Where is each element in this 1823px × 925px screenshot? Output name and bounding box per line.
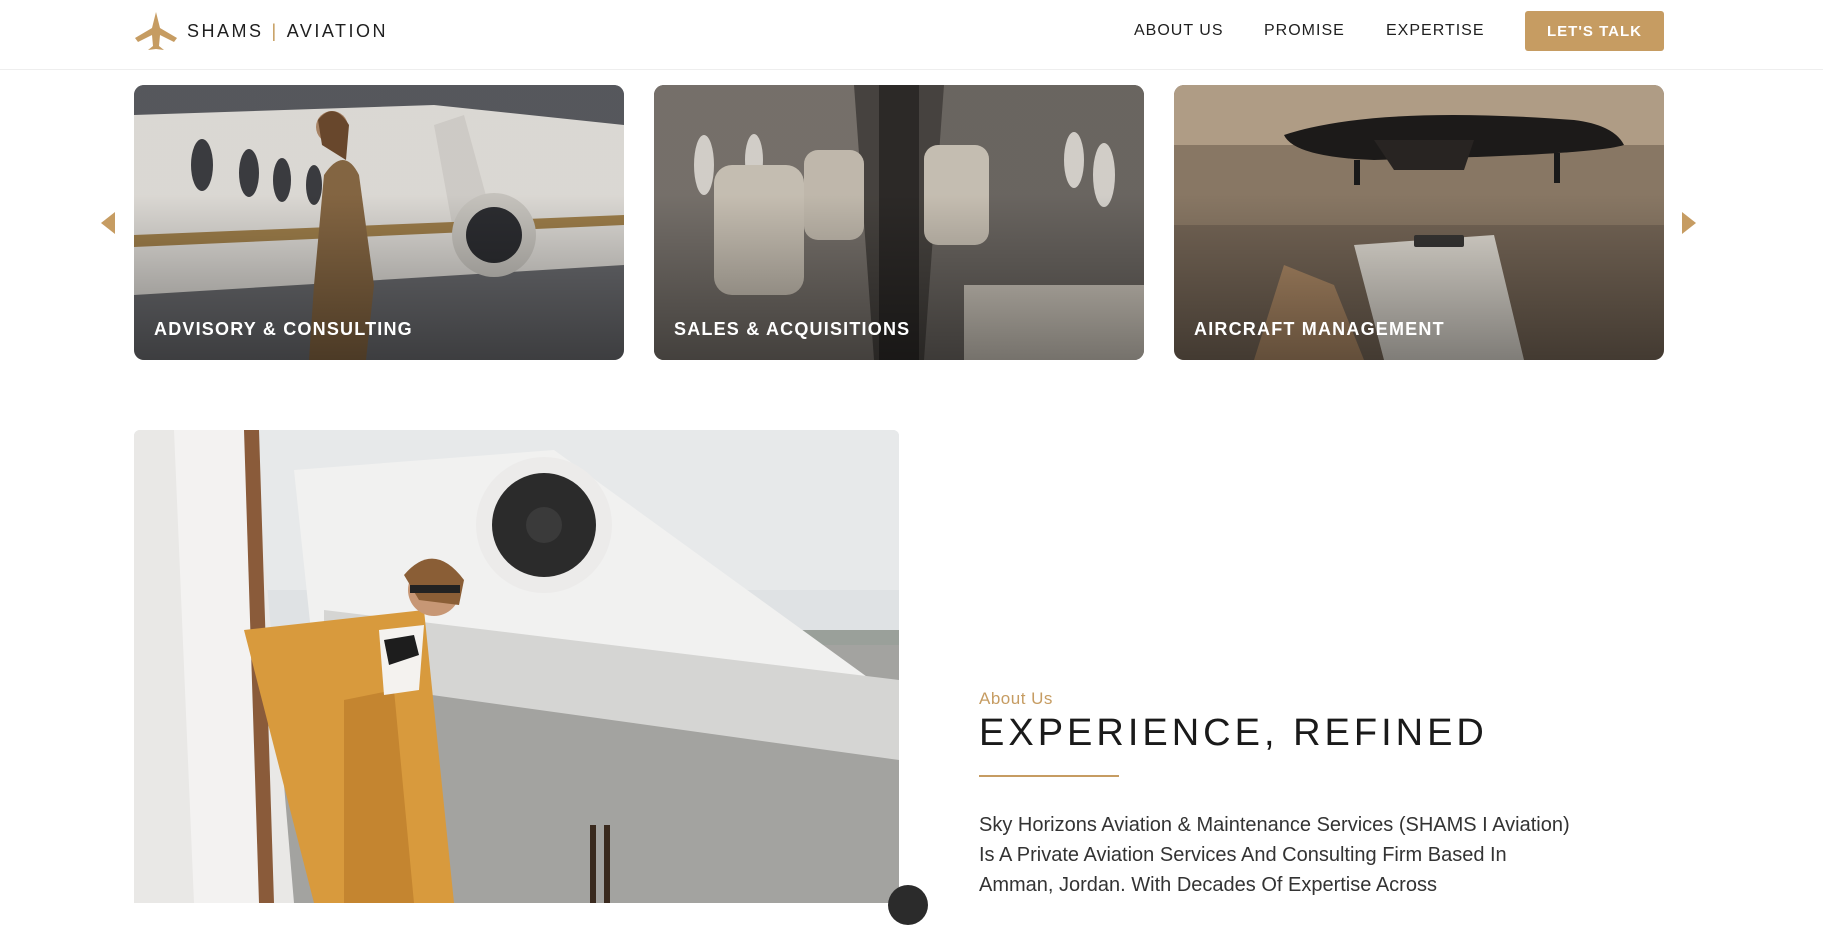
brand-name-left: SHAMS: [187, 20, 264, 41]
about-body: Sky Horizons Aviation & Maintenance Serv…: [979, 814, 1570, 896]
lets-talk-button[interactable]: LET'S TALK: [1525, 11, 1664, 51]
nav-about-us[interactable]: ABOUT US: [1134, 22, 1224, 40]
about-title: EXPERIENCE, REFINED: [979, 712, 1488, 754]
brand-name: SHAMS | AVIATION: [187, 21, 388, 42]
brand-logo[interactable]: SHAMS | AVIATION: [133, 10, 388, 52]
service-card-advisory[interactable]: ADVISORY & CONSULTING: [134, 85, 624, 360]
card-title: SALES & ACQUISITIONS: [674, 319, 911, 339]
brand-separator: |: [271, 20, 279, 41]
about-divider: [979, 775, 1119, 777]
floating-close-button[interactable]: [888, 885, 928, 925]
about-hero-image: [134, 430, 899, 903]
site-header: SHAMS | AVIATION ABOUT US PROMISE EXPERTIS…: [0, 0, 1823, 70]
card-title: ADVISORY & CONSULTING: [154, 319, 413, 339]
carousel-next-icon[interactable]: [1682, 212, 1696, 234]
nav-promise[interactable]: PROMISE: [1264, 22, 1345, 40]
card-title: AIRCRAFT MANAGEMENT: [1194, 319, 1445, 339]
carousel-prev-icon[interactable]: [101, 212, 115, 234]
hero-photo: [134, 430, 899, 903]
service-card-sales[interactable]: SALES & ACQUISITIONS: [654, 85, 1144, 360]
nav-expertise[interactable]: EXPERTISE: [1386, 22, 1485, 40]
about-eyebrow: About Us: [979, 689, 1053, 708]
brand-name-right: AVIATION: [286, 20, 389, 41]
plane-logo-icon: [135, 12, 177, 50]
service-card-management[interactable]: AIRCRAFT MANAGEMENT: [1174, 85, 1664, 360]
